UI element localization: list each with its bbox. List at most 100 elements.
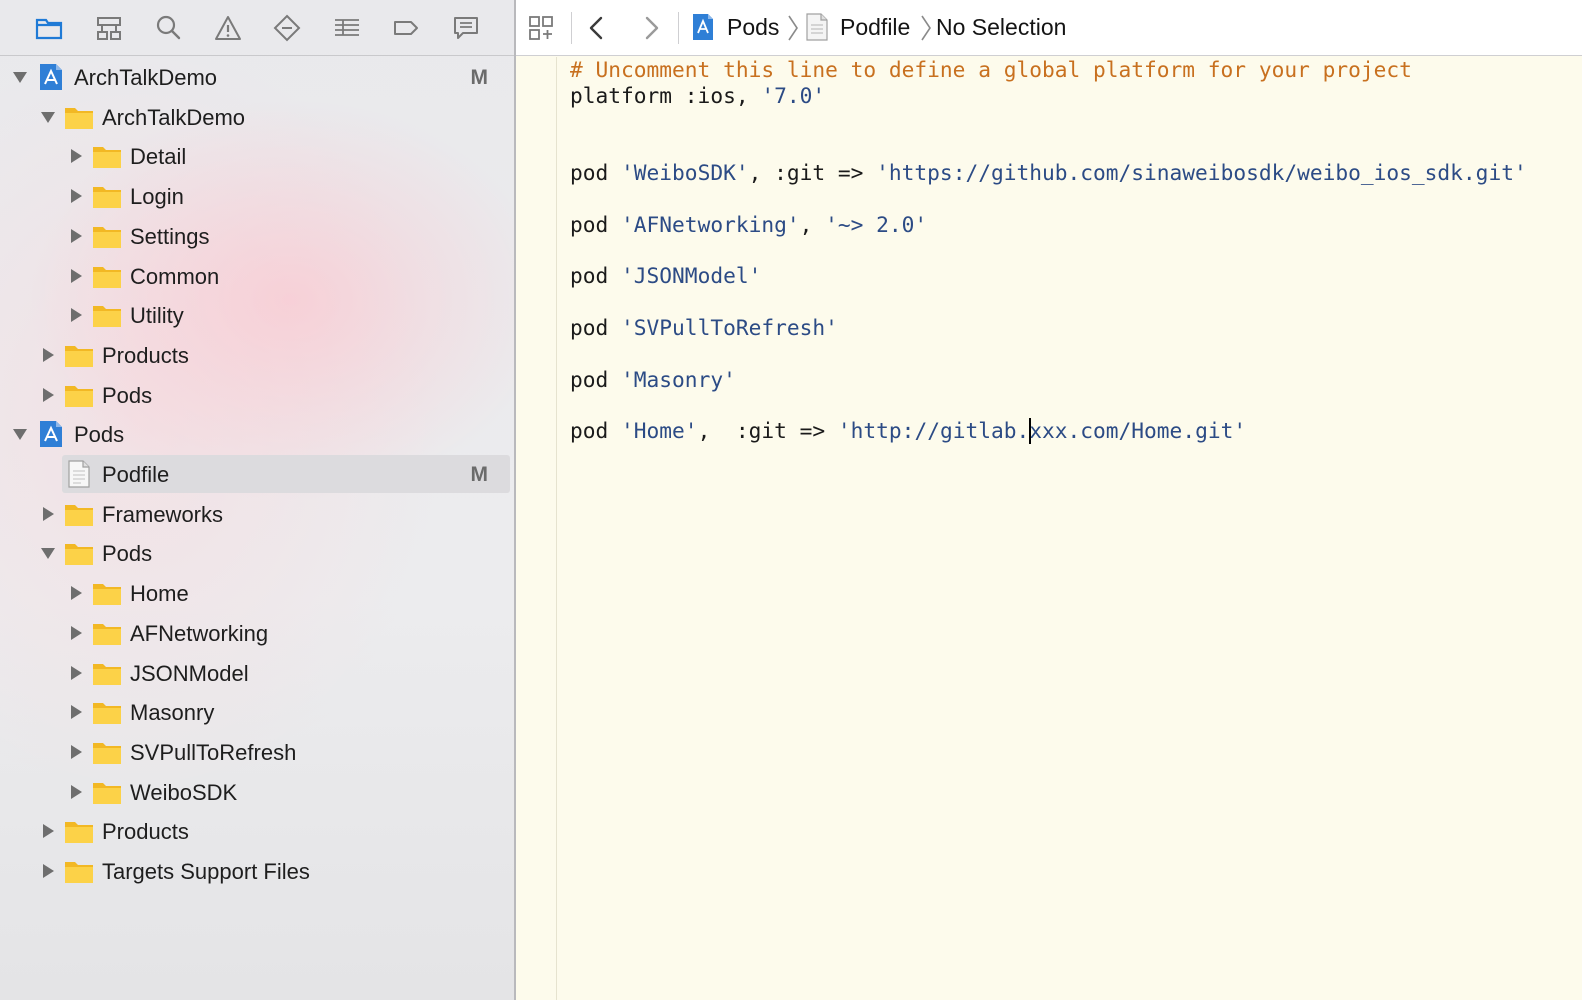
tree-row-label: WeiboSDK bbox=[130, 779, 238, 805]
tree-row-utility[interactable]: Utility bbox=[0, 296, 514, 334]
disclosure-collapsed-icon[interactable] bbox=[68, 307, 84, 323]
issue-navigator-icon[interactable] bbox=[211, 11, 245, 45]
editor-gutter bbox=[516, 57, 557, 1000]
text-caret bbox=[1029, 418, 1032, 445]
tree-row-label: Podfile bbox=[102, 462, 170, 487]
file-icon bbox=[804, 12, 830, 42]
code-text: , bbox=[799, 211, 826, 237]
folder-icon bbox=[92, 142, 122, 170]
disclosure-collapsed-icon[interactable] bbox=[68, 704, 84, 720]
code-string: 'Home' bbox=[621, 418, 698, 444]
breadcrumb-symbol[interactable]: No Selection bbox=[936, 14, 1066, 41]
disclosure-collapsed-icon[interactable] bbox=[40, 506, 56, 522]
disclosure-expanded-icon[interactable] bbox=[40, 109, 56, 125]
tree-row-common[interactable]: Common bbox=[0, 257, 514, 295]
tree-row-pods[interactable]: Pods bbox=[0, 534, 514, 572]
tree-row-label: Common bbox=[130, 263, 220, 289]
code-line: pod 'WeiboSDK', :git => 'https://github.… bbox=[570, 160, 1527, 186]
tree-row-podfile[interactable]: Podfile M bbox=[0, 455, 514, 493]
scm-modified-badge: M bbox=[470, 66, 489, 89]
disclosure-collapsed-icon[interactable] bbox=[68, 188, 84, 204]
tree-row-login[interactable]: Login bbox=[0, 177, 514, 215]
code-line: pod 'Masonry' bbox=[570, 367, 736, 393]
breadcrumb-project[interactable]: Pods bbox=[727, 14, 779, 41]
code-string: '~> 2.0' bbox=[825, 211, 928, 237]
disclosure-collapsed-icon[interactable] bbox=[68, 744, 84, 760]
tree-row-label: Masonry bbox=[130, 700, 215, 726]
disclosure-collapsed-icon[interactable] bbox=[68, 148, 84, 164]
disclosure-expanded-icon[interactable] bbox=[12, 69, 28, 85]
tree-row-label: Detail bbox=[130, 144, 187, 170]
breakpoint-navigator-icon[interactable] bbox=[389, 11, 423, 45]
report-navigator-icon[interactable] bbox=[449, 11, 483, 45]
code-text: pod bbox=[570, 315, 622, 340]
test-navigator-icon[interactable] bbox=[270, 11, 304, 45]
folder-icon bbox=[92, 778, 122, 806]
tree-row-frameworks[interactable]: Frameworks bbox=[0, 495, 514, 533]
related-items-icon[interactable] bbox=[524, 11, 558, 45]
tree-row-archtalkdemo[interactable]: ArchTalkDemo M bbox=[0, 58, 514, 96]
tree-row-label: Targets Support Files bbox=[102, 859, 310, 884]
symbol-navigator-icon[interactable] bbox=[92, 11, 126, 45]
code-line: pod 'AFNetworking', '~> 2.0' bbox=[570, 212, 927, 238]
folder-icon bbox=[92, 659, 122, 687]
tree-row-label: Frameworks bbox=[102, 501, 224, 527]
tree-row-svpulltorefresh[interactable]: SVPullToRefresh bbox=[0, 733, 514, 771]
code-string: 'WeiboSDK' bbox=[621, 160, 749, 186]
disclosure-collapsed-icon[interactable] bbox=[68, 665, 84, 681]
code-string: '7.0' bbox=[761, 82, 826, 108]
tree-row-label: JSONModel bbox=[130, 660, 249, 686]
debug-navigator-icon[interactable] bbox=[330, 11, 364, 45]
tree-row-products[interactable]: Products bbox=[0, 336, 514, 374]
disclosure-collapsed-icon[interactable] bbox=[40, 863, 56, 879]
back-chevron-icon[interactable] bbox=[580, 11, 614, 45]
folder-icon bbox=[92, 738, 122, 766]
jump-bar: Pods Podfile No Selection bbox=[516, 0, 1582, 56]
tree-row-label: Products bbox=[102, 342, 189, 368]
code-string: 'http://gitlab.xxx.com/Home.git' bbox=[837, 418, 1247, 444]
folder-icon bbox=[64, 500, 94, 528]
disclosure-expanded-icon[interactable] bbox=[40, 545, 56, 561]
disclosure-collapsed-icon[interactable] bbox=[68, 228, 84, 244]
disclosure-collapsed-icon[interactable] bbox=[40, 387, 56, 403]
tree-row-weibosdk[interactable]: WeiboSDK bbox=[0, 773, 514, 811]
disclosure-expanded-icon[interactable] bbox=[12, 426, 28, 442]
disclosure-collapsed-icon[interactable] bbox=[68, 268, 84, 284]
project-navigator-icon[interactable] bbox=[32, 11, 66, 45]
tree-row-home[interactable]: Home bbox=[0, 574, 514, 612]
tree-row-products[interactable]: Products bbox=[0, 812, 514, 850]
source-editor[interactable]: # Uncomment this line to define a global… bbox=[570, 57, 1580, 1000]
folder-icon bbox=[92, 182, 122, 210]
disclosure-collapsed-icon[interactable] bbox=[68, 625, 84, 641]
code-string: 'SVPullToRefresh' bbox=[621, 315, 838, 340]
tree-row-label: ArchTalkDemo bbox=[102, 104, 246, 130]
forward-chevron-icon[interactable] bbox=[634, 11, 668, 45]
tree-row-settings[interactable]: Settings bbox=[0, 217, 514, 255]
tree-row-pods[interactable]: Pods bbox=[0, 376, 514, 414]
tree-row-detail[interactable]: Detail bbox=[0, 137, 514, 175]
tree-row-label: Utility bbox=[130, 303, 184, 329]
disclosure-collapsed-icon[interactable] bbox=[68, 784, 84, 800]
scm-modified-badge: M bbox=[470, 463, 489, 486]
code-text: pod bbox=[570, 418, 622, 444]
disclosure-collapsed-icon[interactable] bbox=[40, 347, 56, 363]
folder-icon bbox=[64, 857, 94, 885]
disclosure-collapsed-icon[interactable] bbox=[40, 823, 56, 839]
project-navigator: ArchTalkDemo M ArchTalkDemo Detail Login Sett… bbox=[0, 0, 514, 1000]
folder-icon bbox=[92, 222, 122, 250]
disclosure-collapsed-icon[interactable] bbox=[68, 585, 84, 601]
tree-row-targets-support-files[interactable]: Targets Support Files bbox=[0, 852, 514, 890]
tree-row-archtalkdemo[interactable]: ArchTalkDemo bbox=[0, 98, 514, 136]
breadcrumb-file[interactable]: Podfile bbox=[840, 14, 910, 41]
tree-row-label: Pods bbox=[74, 422, 125, 448]
tree-row-masonry[interactable]: Masonry bbox=[0, 693, 514, 731]
folder-icon bbox=[64, 341, 94, 369]
project-icon bbox=[690, 12, 716, 42]
folder-icon bbox=[92, 262, 122, 290]
code-line: pod 'JSONModel' bbox=[570, 263, 761, 289]
find-navigator-icon[interactable] bbox=[151, 11, 185, 45]
tree-row-pods[interactable]: Pods bbox=[0, 415, 514, 453]
code-text: pod bbox=[570, 211, 622, 237]
tree-row-jsonmodel[interactable]: JSONModel bbox=[0, 654, 514, 692]
tree-row-afnetworking[interactable]: AFNetworking bbox=[0, 614, 514, 652]
